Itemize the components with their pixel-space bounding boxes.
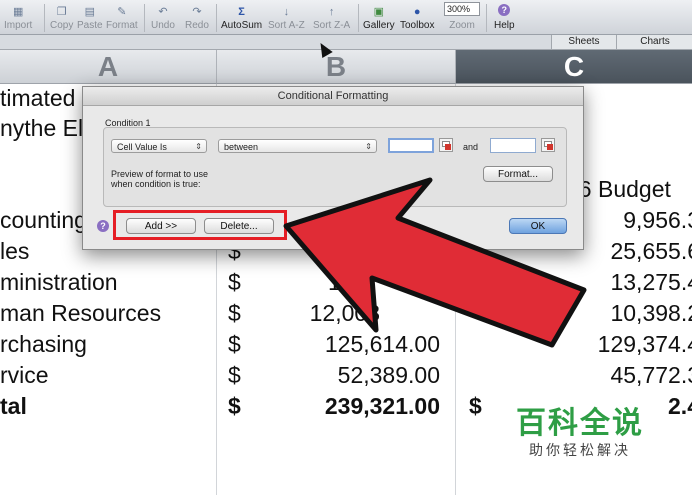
format-button[interactable]: Format... xyxy=(483,166,553,182)
column-header-c[interactable]: C xyxy=(456,50,692,84)
cell-a-administration[interactable]: ministration xyxy=(0,268,118,296)
cell-c-administration[interactable]: 13,275.4 xyxy=(520,268,692,296)
sort-za-icon: ↑ xyxy=(328,6,335,18)
select-arrows-icon: ⇕ xyxy=(195,142,202,151)
cell-a-accounting[interactable]: counting xyxy=(0,206,87,234)
dialog-title: Conditional Formatting xyxy=(83,87,583,106)
column-header-b[interactable]: B xyxy=(217,50,456,84)
cell-a-title-1[interactable]: timated xyxy=(0,84,75,112)
instruction-highlight-box xyxy=(113,210,287,240)
toolbar-separator xyxy=(358,4,359,32)
copy-icon: ❐ xyxy=(56,6,67,18)
redo-icon: ↷ xyxy=(192,6,202,18)
toolbar-autosum-button[interactable]: Σ AutoSum xyxy=(221,0,262,34)
column-header-a[interactable]: A xyxy=(0,50,217,84)
operator-select[interactable]: between ⇕ xyxy=(218,139,377,153)
cell-a-title-2[interactable]: nythe El xyxy=(0,114,83,142)
cell-a-sales[interactable]: les xyxy=(0,237,29,265)
range-picker-2-icon[interactable] xyxy=(541,138,555,152)
cell-a-service[interactable]: rvice xyxy=(0,361,49,389)
toolbar-paste-button[interactable]: ▤ Paste xyxy=(77,0,103,34)
cell-b-human-resources[interactable]: 12,003 xyxy=(300,299,380,327)
cell-b-total[interactable]: 239,321.00 xyxy=(270,392,440,420)
cell-b-dollar[interactable]: $ xyxy=(228,268,241,296)
cell-a-total[interactable]: tal xyxy=(0,392,27,420)
tab-charts[interactable]: Charts xyxy=(616,35,692,49)
toolbar-separator xyxy=(486,4,487,32)
sigma-icon: Σ xyxy=(238,6,245,18)
toolbar-toolbox-button[interactable]: ● Toolbox xyxy=(400,0,434,34)
toolbar-undo-button[interactable]: ↶ Undo xyxy=(151,0,175,34)
paste-icon: ▤ xyxy=(84,6,95,18)
gallery-icon: ▣ xyxy=(373,6,385,18)
cell-b-dollar[interactable]: $ xyxy=(228,392,241,420)
watermark-title: 百科全说 xyxy=(516,407,644,440)
value-2-input[interactable] xyxy=(490,138,536,153)
tab-sheets[interactable]: Sheets xyxy=(551,35,616,49)
cell-c-purchasing[interactable]: 129,374.4 xyxy=(520,330,692,358)
standard-toolbar: ▦ Import ❐ Copy ▤ Paste ✎ Format ↶ Undo … xyxy=(0,0,692,35)
import-icon: ▦ xyxy=(12,6,24,18)
cell-b-dollar[interactable]: $ xyxy=(228,330,241,358)
watermark-subtitle: 助你轻松解决 xyxy=(529,442,631,458)
toolbar-zoom-control[interactable]: 300% Zoom xyxy=(444,0,480,34)
cell-b-purchasing[interactable]: 125,614.00 xyxy=(280,330,440,358)
cell-c-human-resources[interactable]: 10,398.2 xyxy=(520,299,692,327)
cell-a-human-resources[interactable]: man Resources xyxy=(0,299,161,327)
preview-label-line-2: when condition is true: xyxy=(111,179,201,189)
undo-icon: ↶ xyxy=(158,6,168,18)
cell-b-dollar[interactable]: $ xyxy=(228,361,241,389)
toolbar-gallery-button[interactable]: ▣ Gallery xyxy=(363,0,395,34)
value-1-input[interactable] xyxy=(388,138,434,153)
toolbar-separator xyxy=(44,4,45,32)
help-icon: ? xyxy=(498,4,511,16)
toolbar-separator xyxy=(144,4,145,32)
toolbar-sort-za-button[interactable]: ↑ Sort Z-A xyxy=(313,0,350,34)
ok-button[interactable]: OK xyxy=(509,218,567,234)
range-picker-1-icon[interactable] xyxy=(439,138,453,152)
sort-az-icon: ↓ xyxy=(283,6,290,18)
format-brush-icon: ✎ xyxy=(117,6,127,18)
and-label: and xyxy=(463,142,479,152)
condition-type-select[interactable]: Cell Value Is ⇕ xyxy=(111,139,207,153)
toolbar-redo-button[interactable]: ↷ Redo xyxy=(185,0,209,34)
toolbar-format-button[interactable]: ✎ Format xyxy=(106,0,138,34)
watermark-logo: 百科全说 助你轻松解决 xyxy=(494,386,666,470)
cell-b-dollar[interactable]: $ xyxy=(228,299,241,327)
cell-c-dollar[interactable]: $ xyxy=(469,392,482,420)
toolbar-sort-az-button[interactable]: ↓ Sort A-Z xyxy=(268,0,305,34)
select-arrows-icon: ⇕ xyxy=(365,142,372,151)
cell-a-purchasing[interactable]: rchasing xyxy=(0,330,87,358)
toolbar-import-button[interactable]: ▦ Import xyxy=(4,0,32,34)
toolbar-help-button[interactable]: ? Help xyxy=(494,0,515,34)
cell-b-administration[interactable]: 13, xyxy=(300,268,360,296)
preview-label-line-1: Preview of format to use xyxy=(111,169,209,179)
dialog-help-icon[interactable]: ? xyxy=(97,220,109,232)
toolbar-separator xyxy=(216,4,217,32)
toolbox-icon: ● xyxy=(413,6,421,18)
cell-b-service[interactable]: 52,389.00 xyxy=(280,361,440,389)
toolbar-copy-button[interactable]: ❐ Copy xyxy=(50,0,73,34)
zoom-value[interactable]: 300% xyxy=(444,2,480,16)
cell-c-service[interactable]: 45,772.3 xyxy=(520,361,692,389)
